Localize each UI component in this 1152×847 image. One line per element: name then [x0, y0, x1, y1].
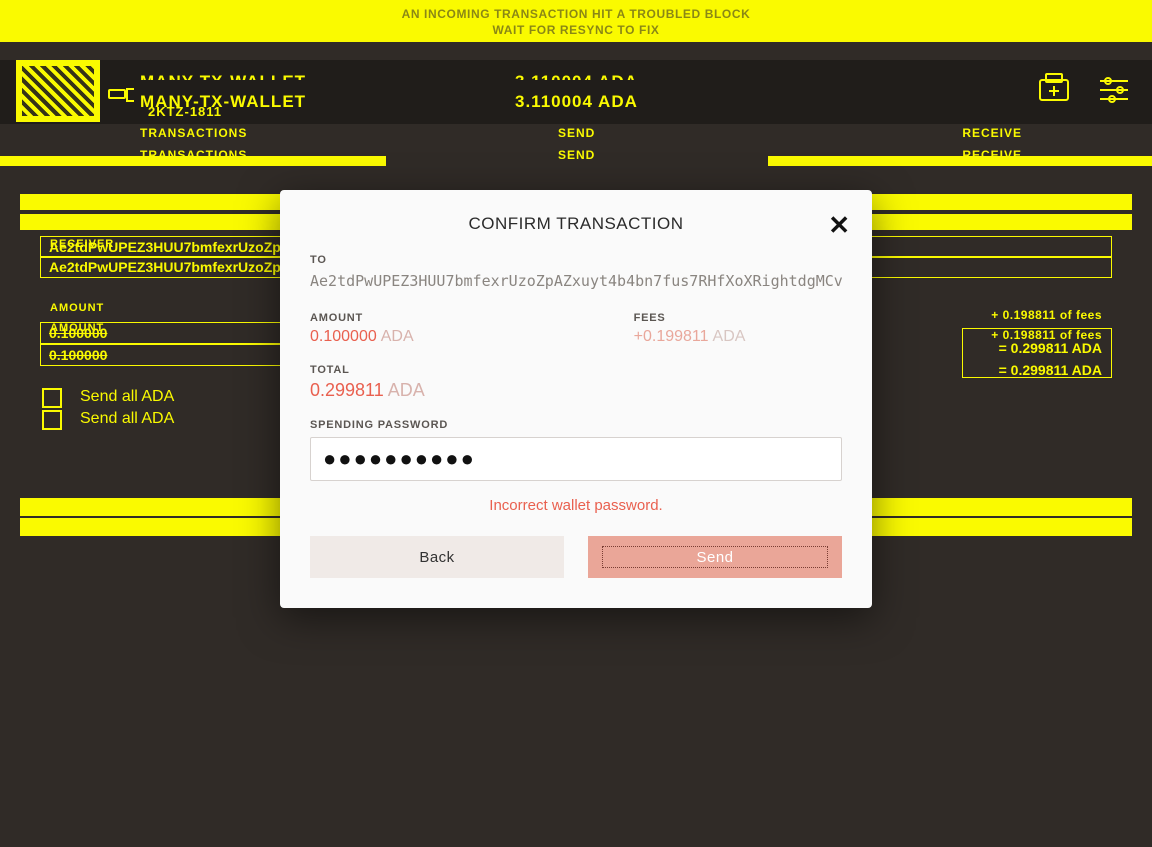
- fees-label: FEES: [634, 312, 746, 324]
- password-error: Incorrect wallet password.: [310, 497, 842, 514]
- amount-label: AMOUNT: [310, 312, 414, 324]
- total-value: 0.299811ADA: [310, 380, 842, 401]
- close-icon[interactable]: ✕: [828, 210, 850, 241]
- amount-value: 0.100000ADA: [310, 328, 414, 346]
- to-label: TO: [310, 254, 842, 266]
- back-button[interactable]: Back: [310, 536, 564, 578]
- dialog-title: CONFIRM TRANSACTION: [310, 214, 842, 234]
- spending-password-label: SPENDING PASSWORD: [310, 419, 842, 431]
- modal-overlay: CONFIRM TRANSACTION ✕ TO Ae2tdPwUPEZ3HUU…: [0, 0, 1152, 847]
- send-button[interactable]: Send: [588, 536, 842, 578]
- to-address: Ae2tdPwUPEZ3HUU7bmfexrUzoZpAZxuyt4b4bn7f…: [310, 272, 842, 290]
- total-label: TOTAL: [310, 364, 842, 376]
- fees-value: +0.199811ADA: [634, 328, 746, 346]
- spending-password-input[interactable]: [310, 437, 842, 481]
- confirm-transaction-dialog: CONFIRM TRANSACTION ✕ TO Ae2tdPwUPEZ3HUU…: [280, 190, 872, 608]
